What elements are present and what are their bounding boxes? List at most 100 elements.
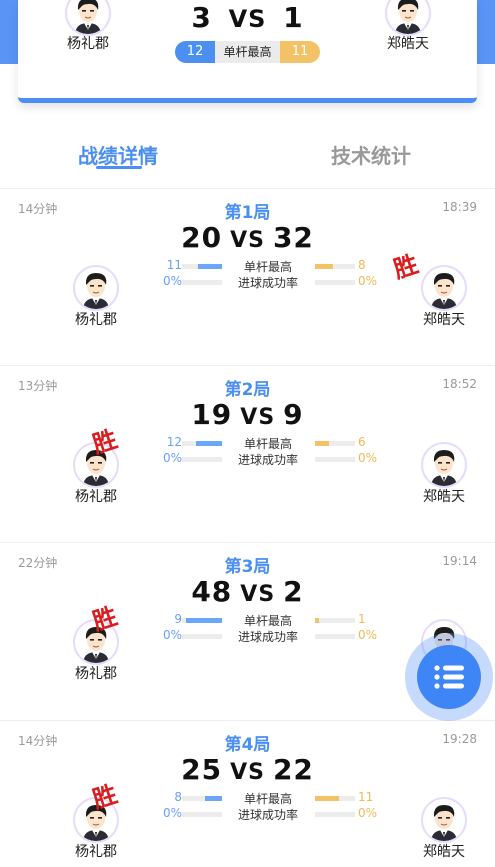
left-success-rate: 0%: [162, 451, 182, 465]
right-max-break-fill: [315, 796, 339, 801]
left-player-name: 杨礼郡: [75, 844, 117, 860]
menu-fab-button[interactable]: [417, 645, 481, 709]
max-break-row: 11 单杆最高 8: [160, 258, 376, 274]
right-score: 1: [283, 1, 304, 34]
left-max-break-fill: [198, 264, 222, 269]
tab-bar: 战绩详情 技术统计: [0, 140, 495, 170]
right-player[interactable]: 郑皓天: [414, 797, 474, 860]
left-player-name: 杨礼郡: [75, 489, 117, 505]
vs-label: VS: [230, 228, 265, 253]
success-rate-row: 0% 进球成功率 0%: [160, 628, 378, 644]
max-break-label: 单杆最高: [243, 437, 292, 451]
left-max-break-fill: [186, 618, 222, 623]
right-max-break: 6: [358, 435, 366, 449]
success-rate-row: 0% 进球成功率 0%: [160, 274, 378, 290]
right-score: 32: [272, 221, 314, 254]
right-success-track: [315, 634, 355, 639]
left-score: 20: [181, 221, 223, 254]
avatar: [385, 0, 431, 36]
right-score: 22: [272, 753, 314, 786]
avatar: [421, 797, 467, 843]
left-score: 3: [191, 1, 212, 34]
max-break-label: 单杆最高: [243, 614, 292, 628]
left-player-name: 杨礼郡: [75, 666, 117, 682]
player-face-icon: [75, 267, 117, 309]
right-max-break: 1: [358, 612, 366, 626]
success-rate-label: 进球成功率: [237, 276, 298, 290]
left-max-break-fill: [205, 796, 222, 801]
avatar: [73, 265, 119, 311]
avatar: [421, 442, 467, 488]
left-player-name: 杨礼郡: [75, 312, 117, 328]
round-score: 20 VS 32: [0, 221, 495, 254]
round-title: 第3局: [224, 557, 271, 577]
player-face-icon: [423, 444, 465, 486]
right-max-break-fill: [315, 618, 319, 623]
tab-match-details[interactable]: 战绩详情: [78, 140, 158, 169]
list-icon: [434, 665, 464, 689]
right-max-break-fill: [315, 441, 329, 446]
max-break-row: 9 单杆最高 1: [160, 612, 376, 628]
left-player-name: 杨礼郡: [67, 36, 109, 52]
active-tab-indicator: [96, 166, 142, 169]
right-player-name: 郑皓天: [423, 312, 465, 328]
left-score: 19: [191, 398, 233, 431]
right-max-break: 11: [280, 41, 320, 63]
vs-label: VS: [230, 760, 265, 785]
round-title: 第1局: [224, 203, 271, 223]
right-score: 2: [283, 575, 304, 608]
vs-label: VS: [240, 405, 276, 430]
right-success-track: [315, 812, 355, 817]
right-player-name: 郑皓天: [423, 489, 465, 505]
right-max-break-track: [315, 264, 355, 269]
right-player[interactable]: 郑皓天: [414, 265, 474, 328]
left-max-break: 12: [175, 41, 215, 63]
max-break-label: 单杆最高: [215, 41, 280, 63]
left-success-track: [182, 280, 222, 285]
left-max-break: 8: [174, 790, 182, 804]
round-card[interactable]: 14分钟 19:28 第4局 25 VS 22 8 单杆最高 11 0% 进球成功率 0% 杨礼郡 郑皓天…: [0, 720, 495, 867]
left-score: 25: [181, 753, 223, 786]
tab-technical-stats[interactable]: 技术统计: [331, 140, 411, 169]
round-score: 48 VS 2: [0, 575, 495, 608]
right-success-rate: 0%: [358, 806, 378, 820]
player-face-icon: [423, 267, 465, 309]
right-max-break-track: [315, 441, 355, 446]
left-max-break-track: [182, 796, 222, 801]
left-success-track: [182, 812, 222, 817]
left-success-rate: 0%: [162, 274, 182, 288]
round-score: 25 VS 22: [0, 753, 495, 786]
max-break-label: 单杆最高: [243, 792, 292, 806]
right-success-rate: 0%: [358, 628, 378, 642]
max-break-row: 8 单杆最高 11: [160, 790, 376, 806]
left-success-rate: 0%: [162, 628, 182, 642]
left-max-break: 11: [166, 258, 182, 272]
right-max-break-track: [315, 618, 355, 623]
left-max-break-fill: [196, 441, 222, 446]
left-max-break: 12: [166, 435, 182, 449]
left-player[interactable]: 杨礼郡: [66, 265, 126, 328]
right-player[interactable]: 郑皓天: [368, 0, 448, 52]
success-rate-label: 进球成功率: [237, 630, 298, 644]
left-max-break-track: [182, 264, 222, 269]
left-max-break-track: [182, 618, 222, 623]
right-success-track: [315, 280, 355, 285]
right-success-rate: 0%: [358, 451, 378, 465]
right-player-name: 郑皓天: [423, 844, 465, 860]
success-rate-label: 进球成功率: [237, 808, 298, 822]
right-max-break: 8: [358, 258, 366, 272]
right-success-rate: 0%: [358, 274, 378, 288]
success-rate-label: 进球成功率: [237, 453, 298, 467]
max-break-bar: 12 单杆最高 11: [175, 41, 320, 63]
round-title: 第2局: [224, 380, 271, 400]
avatar: [421, 265, 467, 311]
right-player[interactable]: 郑皓天: [414, 442, 474, 505]
round-title: 第4局: [224, 735, 271, 755]
right-score: 9: [283, 398, 304, 431]
match-summary-card: 杨礼郡 3 VS 1 12 单杆最高 11 郑皓天: [18, 0, 477, 103]
player-face-icon: [423, 799, 465, 841]
round-card[interactable]: 13分钟 18:52 第2局 19 VS 9 12 单杆最高 6 0% 进球成功率 0% 杨礼郡 郑皓天胜: [0, 365, 495, 543]
round-card[interactable]: 14分钟 18:39 第1局 20 VS 32 11 单杆最高 8 0% 进球成功率 0% 杨礼郡 郑皓天…: [0, 188, 495, 366]
left-success-rate: 0%: [162, 806, 182, 820]
left-success-track: [182, 457, 222, 462]
